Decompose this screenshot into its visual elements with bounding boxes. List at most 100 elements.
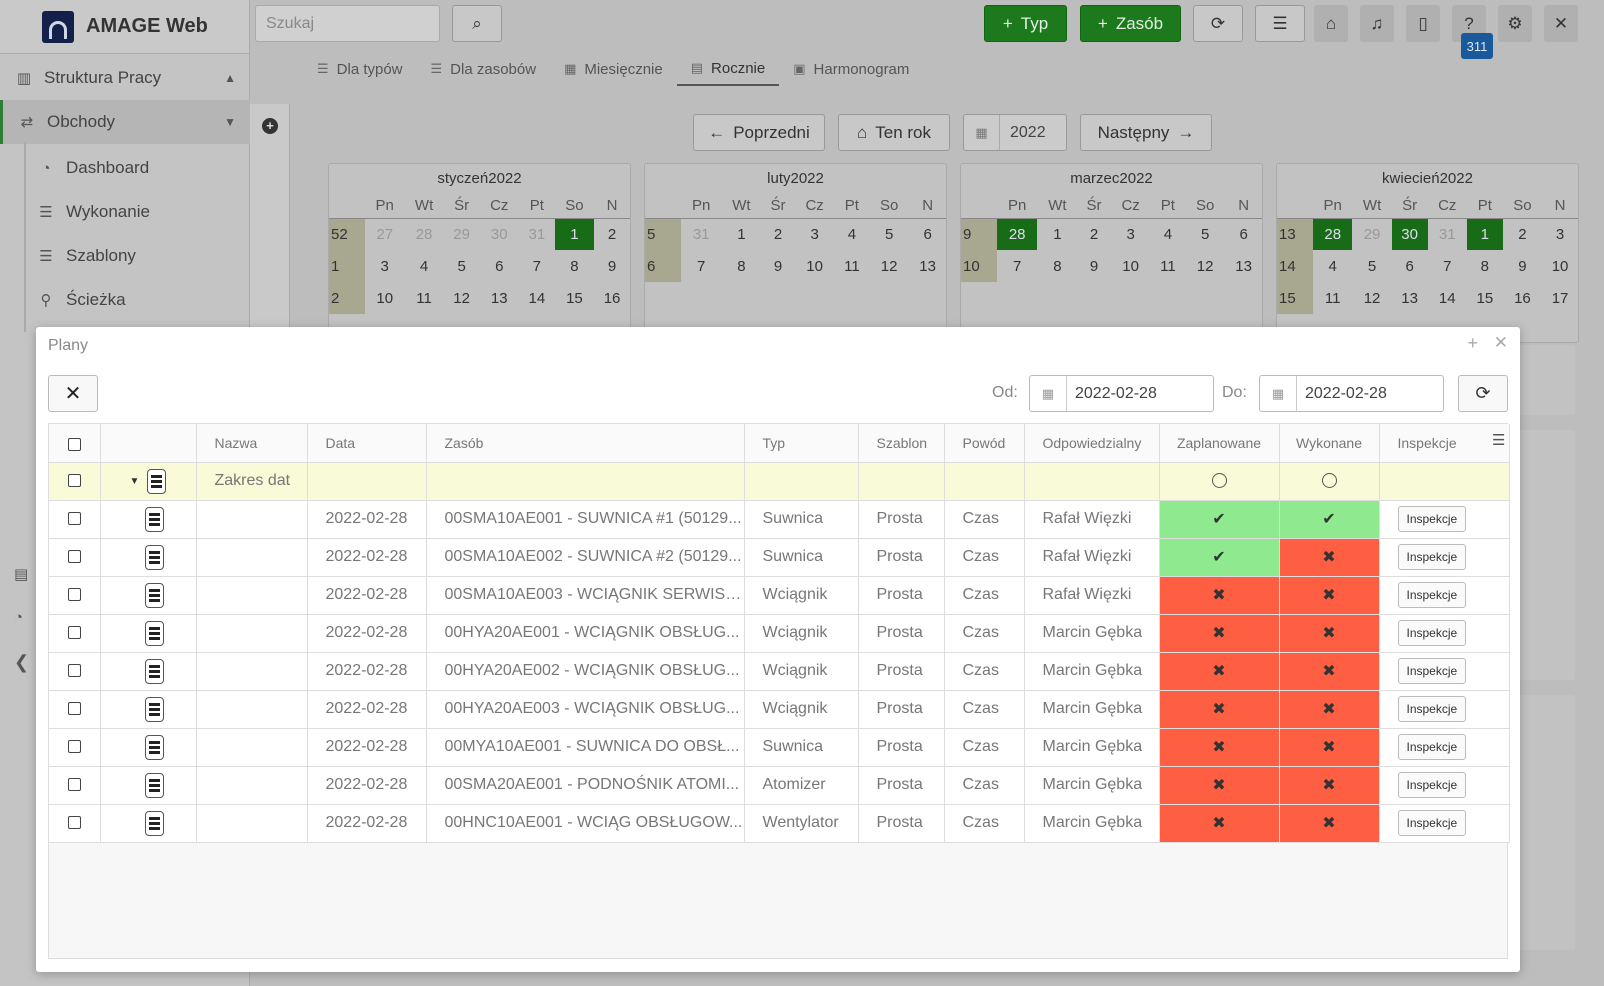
refresh-button[interactable]: ⟳	[1458, 375, 1508, 412]
calendar-day[interactable]: 15	[555, 282, 594, 314]
calendar-day[interactable]: 3	[1542, 218, 1578, 250]
table-row[interactable]: 2022-02-28 00SMA10AE003 - WCIĄGNIK SERWIS…	[49, 576, 1510, 615]
calendar-day[interactable]: 4	[1151, 218, 1185, 250]
table-row[interactable]: 2022-02-28 00HYA20AE002 - WCIĄGNIK OBSŁUG…	[49, 652, 1510, 691]
calendar-day[interactable]: 12	[1185, 250, 1225, 282]
header-wykonane[interactable]: Wykonane	[1279, 424, 1380, 463]
row-checkbox[interactable]	[49, 500, 101, 539]
inspections-button[interactable]: Inspekcje	[1397, 544, 1467, 570]
calendar-day[interactable]: 9	[762, 250, 795, 282]
calendar-day[interactable]: 13	[480, 282, 519, 314]
calendar-day[interactable]: 17	[1542, 282, 1578, 314]
calendar-day[interactable]: 28	[1313, 218, 1353, 250]
calendar-day[interactable]: 13	[909, 250, 946, 282]
calendar-day[interactable]: 7	[1428, 250, 1467, 282]
home-button[interactable]: ⌂	[1314, 5, 1348, 42]
caret-down-icon[interactable]: ▼	[130, 476, 140, 487]
header-typ[interactable]: Typ	[744, 424, 859, 463]
group-row[interactable]: ▼ Zakres dat	[49, 462, 1510, 501]
logout-button[interactable]: ✕	[1544, 5, 1578, 42]
header-powod[interactable]: Powód	[944, 424, 1025, 463]
row-checkbox[interactable]	[49, 614, 101, 653]
search-button[interactable]: ⌕	[452, 5, 502, 42]
calendar-day[interactable]: 15	[1467, 282, 1503, 314]
tab-dla-zasobow[interactable]: ☰ Dla zasobów	[417, 52, 551, 86]
previous-year-button[interactable]: ← Poprzedni	[693, 114, 825, 151]
row-checkbox[interactable]	[49, 652, 101, 691]
calendar-day[interactable]: 6	[480, 250, 519, 282]
brand[interactable]: AMAGE Web	[0, 0, 249, 54]
from-date-field[interactable]: ▦ 2022-02-28	[1029, 375, 1214, 412]
table-row[interactable]: 2022-02-28 00HYA20AE003 - WCIĄGNIK OBSŁUG…	[49, 690, 1510, 729]
sidebar-item-sciezka[interactable]: ⚲ Ścieżka	[0, 278, 250, 322]
calendar-day[interactable]: 12	[444, 282, 480, 314]
row-menu-icon[interactable]	[147, 468, 167, 494]
calendar-day[interactable]: 30	[1391, 218, 1428, 250]
sidebar-item-struktura[interactable]: ▥ Struktura Pracy ▲	[0, 56, 250, 100]
column-menu-icon[interactable]: ☰	[1492, 431, 1505, 449]
notifications-button[interactable]: ♫	[1360, 5, 1394, 42]
calendar-day[interactable]: 10	[1542, 250, 1578, 282]
header-zasob[interactable]: Zasób	[426, 424, 745, 463]
calendar-day[interactable]: 8	[1467, 250, 1503, 282]
calendar-day[interactable]: 6	[1392, 250, 1428, 282]
calendar-day[interactable]: 3	[365, 250, 404, 282]
settings-button[interactable]: ⚙	[1498, 5, 1532, 42]
tab-rocznie[interactable]: ▤ Rocznie	[676, 52, 780, 86]
add-circle-icon[interactable]: +	[262, 118, 278, 134]
calendar-day[interactable]: 7	[997, 250, 1037, 282]
calendar-day[interactable]: 6	[1225, 218, 1262, 250]
row-menu-icon[interactable]	[144, 506, 164, 532]
calendar-day[interactable]: 31	[681, 218, 721, 250]
row-menu-icon[interactable]	[144, 620, 164, 646]
table-row[interactable]: 2022-02-28 00SMA20AE001 - PODNOŚNIK ATOMI…	[49, 766, 1510, 805]
table-row[interactable]: 2022-02-28 00SMA10AE002 - SUWNICA #2 (501…	[49, 538, 1510, 577]
calendar-day[interactable]: 3	[1111, 218, 1151, 250]
tab-dla-typow[interactable]: ☰ Dla typów	[303, 52, 417, 86]
row-menu-icon[interactable]	[144, 810, 164, 836]
calendar-day[interactable]: 1	[1037, 218, 1077, 250]
to-date-field[interactable]: ▦ 2022-02-28	[1259, 375, 1444, 412]
calendar-day[interactable]: 11	[835, 250, 869, 282]
calendar-day[interactable]: 9	[1078, 250, 1111, 282]
row-menu-icon[interactable]	[144, 544, 164, 570]
calendar-day[interactable]: 5	[1352, 250, 1391, 282]
add-type-button[interactable]: + Typ	[984, 5, 1067, 42]
collapse-sidebar-icon[interactable]: ❮	[14, 652, 29, 673]
mobile-button[interactable]: ▯	[1406, 5, 1440, 42]
calendar-day[interactable]: 13	[1225, 250, 1262, 282]
calendar-day[interactable]: 10	[1111, 250, 1151, 282]
calendar-day[interactable]: 8	[1037, 250, 1077, 282]
calendar-day[interactable]: 28	[997, 218, 1038, 250]
calendar-day[interactable]: 4	[835, 218, 869, 250]
row-checkbox[interactable]	[49, 728, 101, 767]
inspections-button[interactable]: Inspekcje	[1397, 734, 1467, 760]
next-year-button[interactable]: Następny →	[1080, 114, 1212, 151]
refresh-button[interactable]: ⟳	[1193, 5, 1243, 42]
table-row[interactable]: 2022-02-28 00MYA10AE001 - SUWNICA DO OBSŁ…	[49, 728, 1510, 767]
this-year-button[interactable]: ⌂ Ten rok	[838, 114, 950, 151]
header-nazwa[interactable]: Nazwa	[196, 424, 308, 463]
inspections-button[interactable]: Inspekcje	[1397, 620, 1467, 646]
year-input[interactable]: ▦ 2022	[963, 114, 1067, 151]
row-checkbox[interactable]	[49, 576, 101, 615]
inspections-button[interactable]: Inspekcje	[1397, 658, 1467, 684]
calendar-day[interactable]: 3	[795, 218, 835, 250]
calendar-day[interactable]: 11	[1151, 250, 1185, 282]
calendar-day[interactable]: 1	[721, 218, 761, 250]
gauge-icon[interactable]: ◔	[14, 609, 23, 626]
header-szablon[interactable]: Szablon	[858, 424, 945, 463]
row-checkbox[interactable]	[49, 690, 101, 729]
search-input[interactable]: Szukaj	[255, 5, 440, 42]
calendar-day[interactable]: 1	[1466, 218, 1503, 250]
inspections-button[interactable]: Inspekcje	[1397, 582, 1467, 608]
menu-button[interactable]: ☰	[1255, 5, 1305, 42]
row-checkbox[interactable]	[49, 538, 101, 577]
calendar-day[interactable]: 7	[681, 250, 721, 282]
row-menu-icon[interactable]	[144, 696, 164, 722]
header-inspekcje[interactable]: Inspekcje ☰	[1379, 424, 1510, 463]
calendar-day[interactable]: 16	[1503, 282, 1542, 314]
sidebar-item-obchody[interactable]: ⇄ Obchody ▼	[0, 100, 250, 144]
calendar-day[interactable]: 2	[762, 218, 795, 250]
header-data[interactable]: Data	[307, 424, 427, 463]
